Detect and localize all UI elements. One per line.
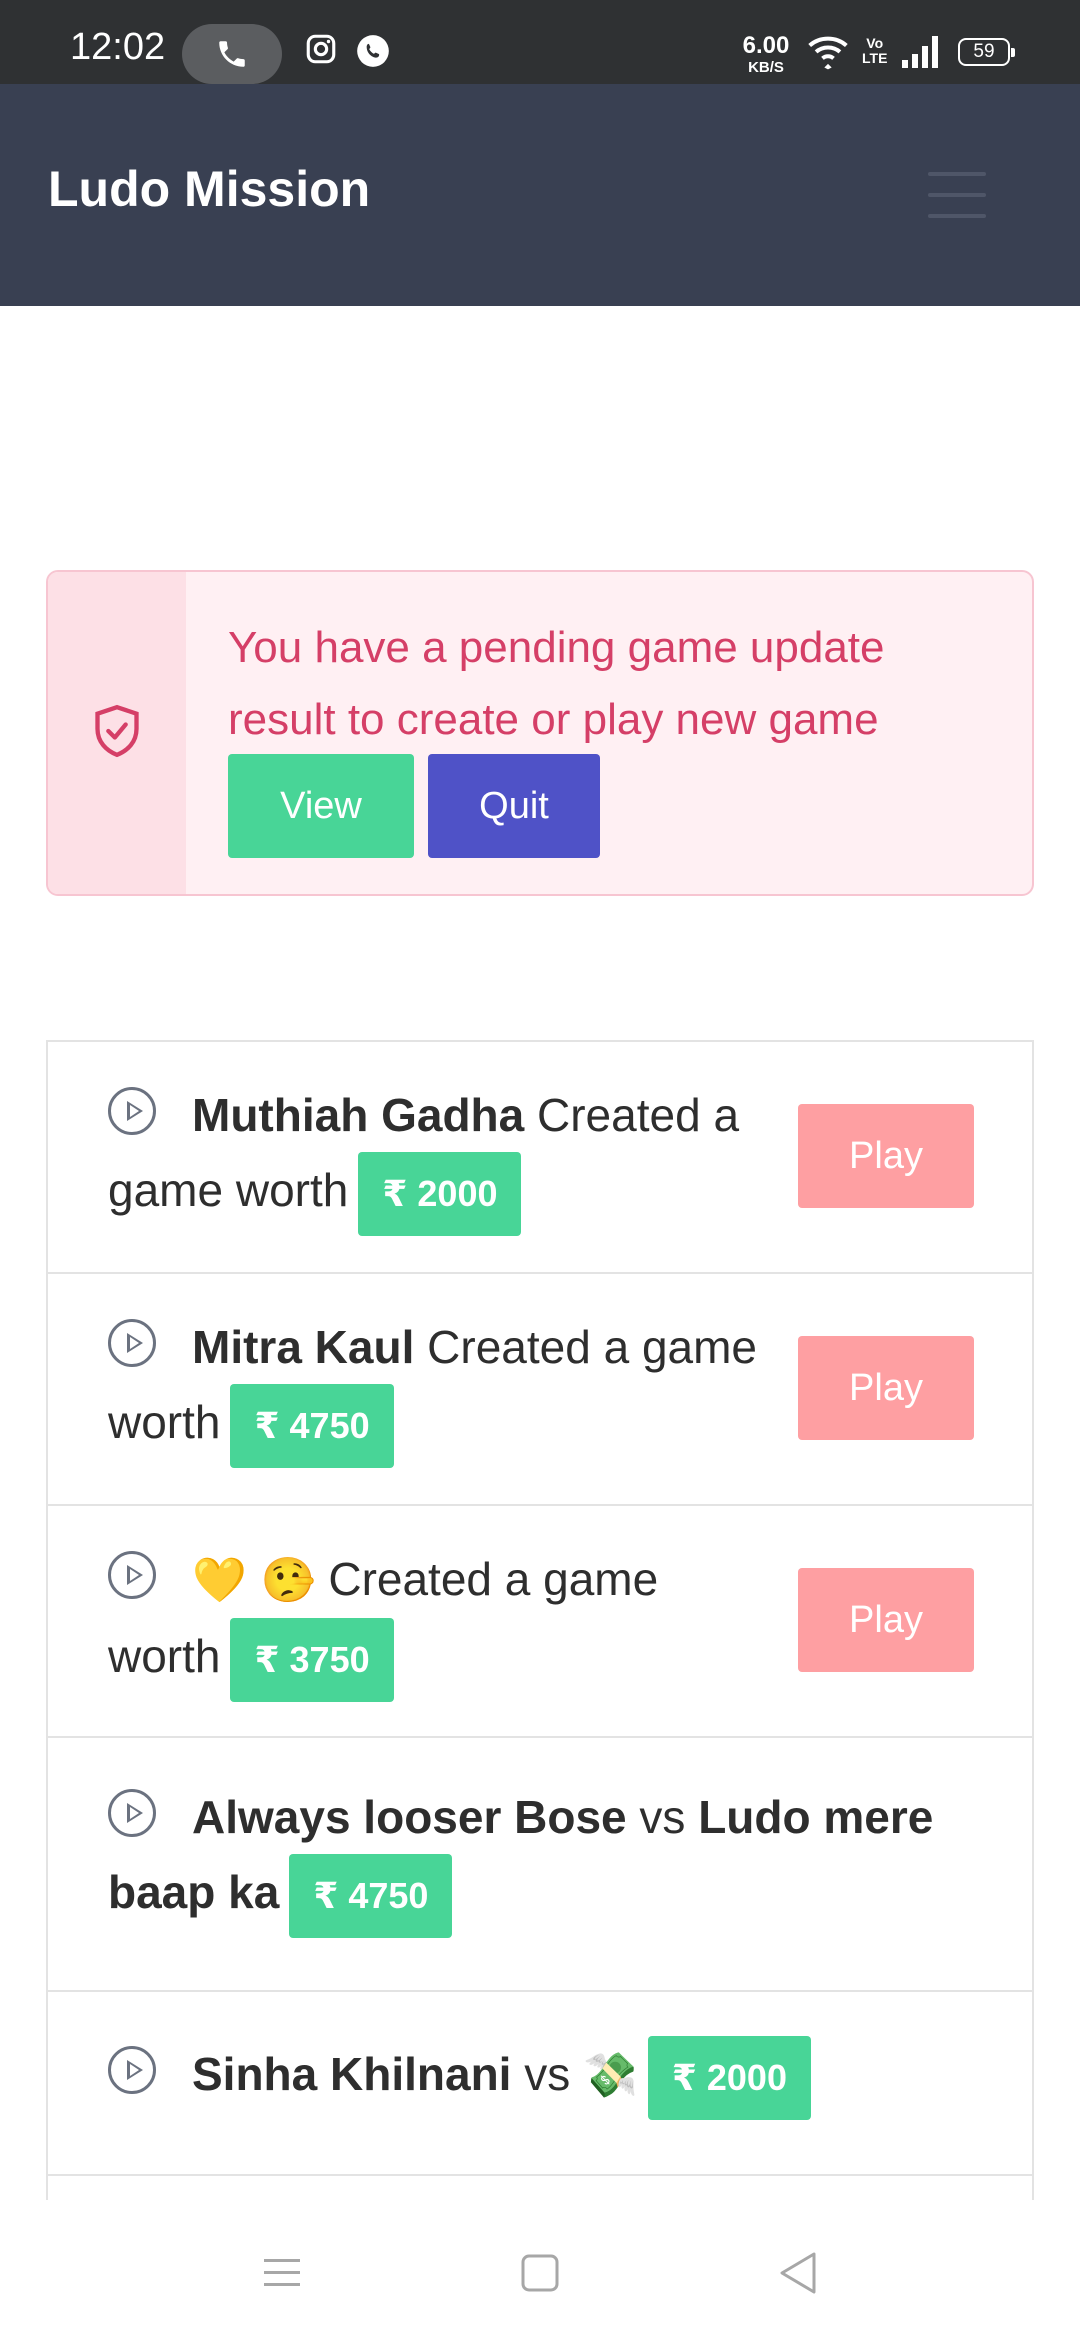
amount-badge: ₹ 3750 — [230, 1618, 394, 1702]
play-circle-icon — [108, 1551, 156, 1599]
list-item: Muthiah Gadha Created a game worth ₹ 2000… — [48, 1042, 1032, 1274]
versus-text: vs — [639, 1791, 686, 1843]
quit-button[interactable]: Quit — [428, 754, 600, 858]
play-circle-icon — [108, 1789, 156, 1837]
list-item: Mitra Kaul Created a game worth ₹ 4750 Pl… — [48, 1274, 1032, 1506]
hamburger-menu-icon[interactable] — [928, 172, 986, 218]
recent-apps-icon[interactable] — [212, 2206, 352, 2340]
system-nav-bar — [0, 2206, 1080, 2340]
wifi-icon — [806, 32, 850, 75]
game-list: Muthiah Gadha Created a game worth ₹ 2000… — [46, 1040, 1034, 2200]
network-speed: 6.00 KB/S — [742, 32, 790, 76]
pending-game-alert: You have a pending game update result to… — [46, 570, 1034, 896]
play-circle-icon — [108, 1087, 156, 1135]
status-bar: 12:02 6.00 KB/S Vo LTE 59 — [0, 0, 1080, 84]
play-button[interactable]: Play — [798, 1104, 974, 1208]
amount-badge: ₹ 4750 — [230, 1384, 394, 1468]
home-icon[interactable] — [470, 2206, 610, 2340]
alert-message: You have a pending game update result to… — [228, 623, 885, 744]
play-button[interactable]: Play — [798, 1336, 974, 1440]
whatsapp-icon — [354, 32, 392, 75]
list-item — [48, 2176, 1032, 2200]
list-item: 💛 🤥 Created a game worth ₹ 3750 Play — [48, 1506, 1032, 1738]
player-name: Mitra Kaul — [192, 1321, 415, 1373]
app-header: Ludo Mission — [0, 84, 1080, 306]
view-button[interactable]: View — [228, 754, 414, 858]
play-circle-icon — [108, 1319, 156, 1367]
play-button[interactable]: Play — [798, 1568, 974, 1672]
amount-badge: ₹ 4750 — [289, 1854, 453, 1938]
game-description: Muthiah Gadha Created a game worth ₹ 2000 — [108, 1078, 788, 1236]
play-circle-icon — [108, 2046, 156, 2095]
alert-icon-panel — [48, 572, 186, 894]
player-one-name: Always looser Bose — [192, 1791, 627, 1843]
app-title[interactable]: Ludo Mission — [48, 164, 370, 214]
versus-text: vs — [524, 2048, 571, 2101]
call-pill-icon[interactable] — [182, 24, 282, 84]
battery-icon: 59 — [958, 38, 1015, 66]
game-description: Mitra Kaul Created a game worth ₹ 4750 — [108, 1310, 788, 1468]
player-two-name: 💸 — [583, 2050, 638, 2102]
game-description: Always looser Bose vs Ludo mere baap ka ₹… — [108, 1780, 988, 1938]
list-item: Sinha Khilnani vs 💸 ₹ 2000 — [48, 1992, 1032, 2176]
status-time: 12:02 — [70, 26, 166, 68]
game-description: Sinha Khilnani vs 💸 ₹ 2000 — [108, 2036, 988, 2120]
list-item: Always looser Bose vs Ludo mere baap ka ₹… — [48, 1738, 1032, 1992]
player-name: Muthiah Gadha — [192, 1089, 525, 1141]
amount-badge: ₹ 2000 — [647, 2036, 811, 2120]
signal-icon — [902, 36, 942, 73]
amount-badge: ₹ 2000 — [358, 1152, 522, 1236]
player-one-name: Sinha Khilnani — [192, 2048, 512, 2101]
back-icon[interactable] — [728, 2206, 868, 2340]
game-description: 💛 🤥 Created a game worth ₹ 3750 — [108, 1542, 748, 1702]
volte-indicator: Vo LTE — [862, 35, 888, 66]
instagram-icon — [304, 32, 338, 71]
shield-check-icon — [91, 702, 143, 765]
player-name: 💛 🤥 — [192, 1555, 316, 1606]
